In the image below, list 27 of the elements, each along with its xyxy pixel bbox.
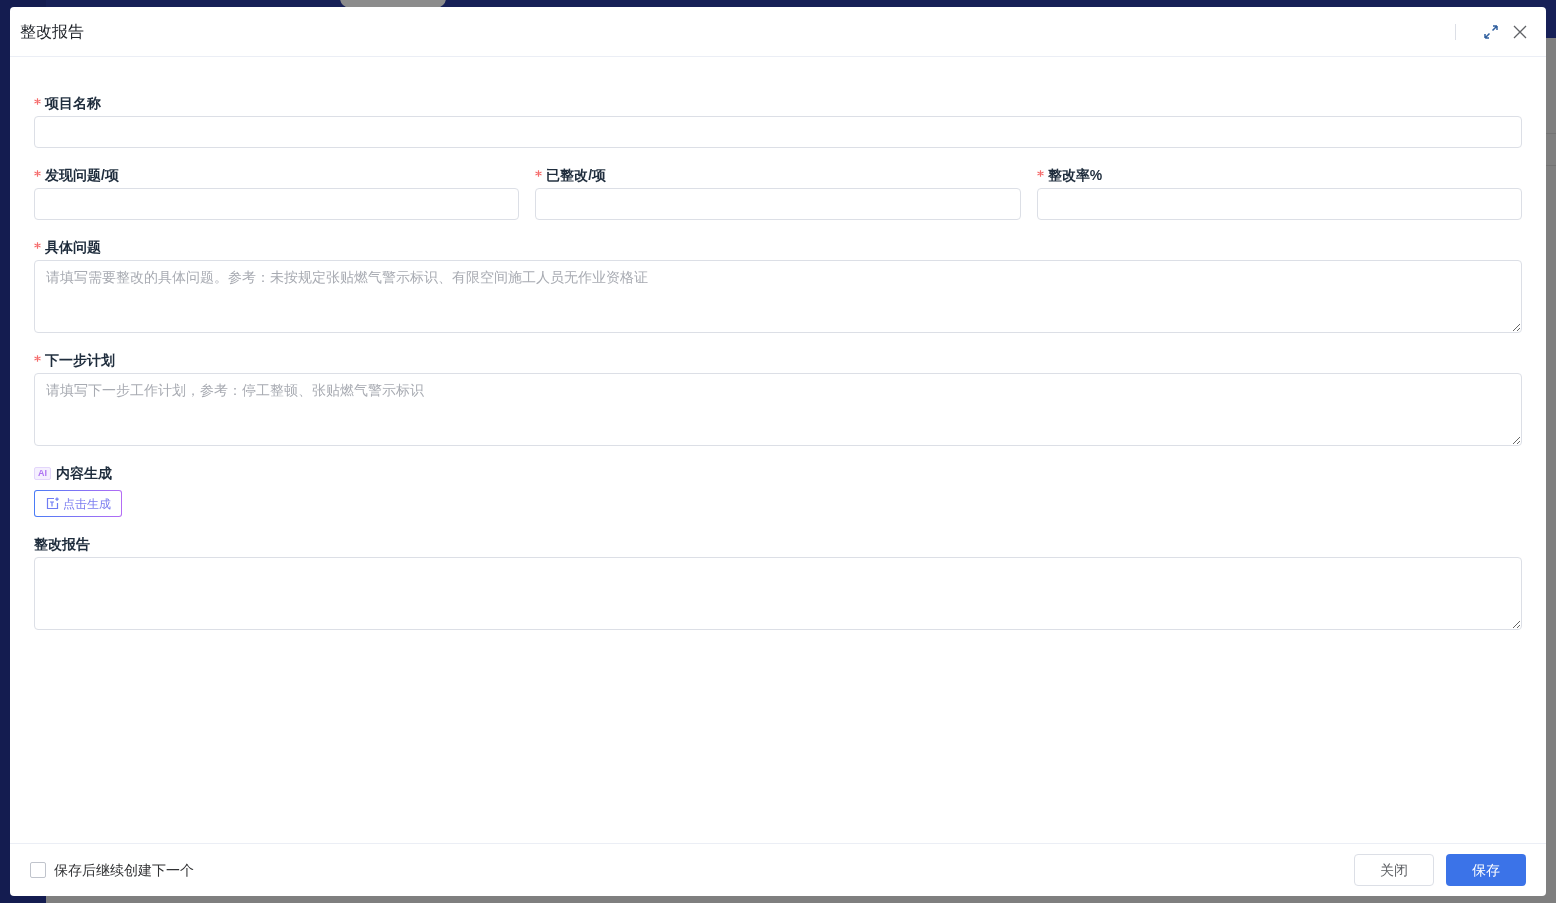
document-sparkle-icon	[45, 497, 60, 510]
close-button[interactable]: 关闭	[1354, 854, 1434, 886]
text-area[interactable]	[34, 557, 1522, 630]
checkbox[interactable]	[30, 862, 46, 878]
expand-button[interactable]	[1483, 23, 1499, 40]
generate-button[interactable]: 点击生成	[34, 490, 122, 517]
text-area[interactable]: 请填写下一步工作计划，参考：停工整顿、张贴燃气警示标识	[34, 373, 1522, 446]
field-label: 已整改/项	[546, 166, 607, 185]
field-label: 内容生成	[56, 464, 112, 483]
close-icon	[1513, 24, 1527, 39]
field-label: 整改报告	[34, 535, 90, 554]
input-field[interactable]	[34, 116, 1522, 148]
field-label: 整改率%	[1047, 166, 1103, 185]
input-field[interactable]	[1036, 188, 1522, 220]
text-area[interactable]: 请填写需要整改的具体问题。参考：未按规定张贴燃气警示标识、有限空间施工人员无作业资格证	[34, 260, 1522, 333]
field-label: 项目名称	[45, 94, 101, 113]
field-label: 下一步计划	[45, 351, 115, 370]
checkbox-label: 保存后继续创建下一个	[54, 861, 194, 880]
dialog-title: 整改报告	[20, 21, 84, 42]
input-field[interactable]	[34, 188, 520, 220]
input-field[interactable]	[535, 188, 1021, 220]
expand-icon	[1484, 24, 1498, 39]
ai-tag: AI	[34, 466, 51, 480]
save-button[interactable]: 保存	[1446, 854, 1526, 886]
field-label: 发现问题/项	[45, 166, 119, 185]
close-button[interactable]	[1512, 23, 1528, 40]
field-label: 具体问题	[45, 238, 101, 257]
